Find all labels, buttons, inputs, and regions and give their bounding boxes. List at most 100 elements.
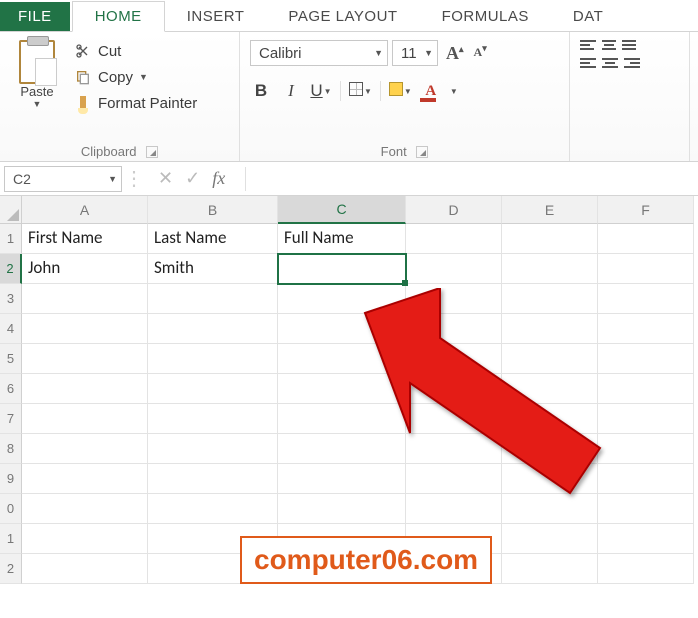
cell[interactable]: [22, 284, 148, 314]
cell[interactable]: [406, 314, 502, 344]
row-header[interactable]: 5: [0, 344, 22, 374]
cell[interactable]: [278, 404, 406, 434]
cell[interactable]: [502, 224, 598, 254]
row-header[interactable]: 0: [0, 494, 22, 524]
align-center-button[interactable]: [602, 58, 618, 68]
drag-handle[interactable]: ⋮: [122, 166, 144, 191]
cell[interactable]: [598, 344, 694, 374]
cell[interactable]: [148, 434, 278, 464]
row-header[interactable]: 1: [0, 224, 22, 254]
bold-button[interactable]: B: [250, 81, 272, 101]
row-header[interactable]: 8: [0, 434, 22, 464]
cell[interactable]: [502, 524, 598, 554]
cell[interactable]: [598, 374, 694, 404]
cell[interactable]: [148, 404, 278, 434]
tab-home[interactable]: HOME: [72, 1, 165, 32]
cell[interactable]: Smith: [148, 254, 278, 284]
cell[interactable]: [502, 374, 598, 404]
cell[interactable]: [148, 344, 278, 374]
fill-color-button[interactable]: ▼: [389, 81, 412, 101]
cell[interactable]: [278, 344, 406, 374]
cell[interactable]: [598, 254, 694, 284]
row-header[interactable]: 7: [0, 404, 22, 434]
cell[interactable]: [406, 434, 502, 464]
col-header[interactable]: B: [148, 196, 278, 224]
cancel-formula-button[interactable]: ✕: [158, 168, 173, 189]
tab-data[interactable]: DAT: [551, 2, 625, 31]
cell[interactable]: [598, 494, 694, 524]
cell[interactable]: [22, 314, 148, 344]
cell[interactable]: First Name: [22, 224, 148, 254]
cell[interactable]: John: [22, 254, 148, 284]
paste-button[interactable]: Paste ▼: [10, 36, 64, 142]
cell[interactable]: [22, 374, 148, 404]
cell[interactable]: [406, 224, 502, 254]
underline-button[interactable]: U▼: [310, 81, 332, 101]
cell[interactable]: [406, 284, 502, 314]
cell[interactable]: [148, 374, 278, 404]
name-box[interactable]: C2 ▼: [4, 166, 122, 192]
cell[interactable]: [406, 374, 502, 404]
align-bottom-button[interactable]: [622, 40, 636, 50]
cell[interactable]: [406, 254, 502, 284]
col-header[interactable]: C: [278, 196, 406, 224]
cell[interactable]: [278, 464, 406, 494]
cell[interactable]: [598, 404, 694, 434]
cell[interactable]: Last Name: [148, 224, 278, 254]
col-header[interactable]: D: [406, 196, 502, 224]
cell[interactable]: [598, 464, 694, 494]
align-left-button[interactable]: [580, 58, 596, 68]
tab-page-layout[interactable]: PAGE LAYOUT: [266, 2, 419, 31]
tab-insert[interactable]: INSERT: [165, 2, 267, 31]
row-header[interactable]: 3: [0, 284, 22, 314]
cell[interactable]: [502, 464, 598, 494]
cell[interactable]: [406, 344, 502, 374]
cell[interactable]: [406, 494, 502, 524]
cut-button[interactable]: Cut: [70, 40, 201, 62]
row-header[interactable]: 4: [0, 314, 22, 344]
cell[interactable]: [406, 464, 502, 494]
cell[interactable]: [22, 554, 148, 584]
borders-button[interactable]: ▼: [349, 81, 372, 101]
cell[interactable]: [278, 494, 406, 524]
cell[interactable]: [278, 284, 406, 314]
row-header[interactable]: 1: [0, 524, 22, 554]
chevron-down-icon[interactable]: ▼: [450, 87, 458, 96]
cell[interactable]: [148, 464, 278, 494]
cell[interactable]: [598, 554, 694, 584]
copy-button[interactable]: Copy ▼: [70, 66, 201, 88]
format-painter-button[interactable]: Format Painter: [70, 92, 201, 114]
row-header[interactable]: 2: [0, 554, 22, 584]
cell[interactable]: [278, 314, 406, 344]
row-header[interactable]: 6: [0, 374, 22, 404]
cell[interactable]: [598, 314, 694, 344]
font-size-combo[interactable]: 11 ▼: [392, 40, 438, 66]
increase-font-button[interactable]: A▴: [442, 41, 468, 66]
cell[interactable]: [502, 494, 598, 524]
cell[interactable]: Full Name: [278, 224, 406, 254]
clipboard-dialog-launcher[interactable]: [146, 146, 158, 158]
cell[interactable]: [278, 434, 406, 464]
cell[interactable]: [22, 464, 148, 494]
align-right-button[interactable]: [624, 58, 640, 68]
italic-button[interactable]: I: [280, 81, 302, 101]
font-dialog-launcher[interactable]: [416, 146, 428, 158]
cell[interactable]: [598, 224, 694, 254]
cell[interactable]: [22, 344, 148, 374]
cell[interactable]: [22, 494, 148, 524]
select-all-corner[interactable]: [0, 196, 22, 224]
cell[interactable]: [22, 524, 148, 554]
cell[interactable]: [598, 284, 694, 314]
font-color-button[interactable]: A: [420, 80, 442, 102]
cell[interactable]: [406, 404, 502, 434]
cell-selected[interactable]: [278, 254, 406, 284]
cell[interactable]: [148, 314, 278, 344]
row-header[interactable]: 9: [0, 464, 22, 494]
col-header[interactable]: F: [598, 196, 694, 224]
tab-formulas[interactable]: FORMULAS: [420, 2, 551, 31]
cell[interactable]: [502, 404, 598, 434]
cell[interactable]: [598, 524, 694, 554]
cell[interactable]: [502, 434, 598, 464]
cell[interactable]: [502, 344, 598, 374]
cell[interactable]: [598, 434, 694, 464]
